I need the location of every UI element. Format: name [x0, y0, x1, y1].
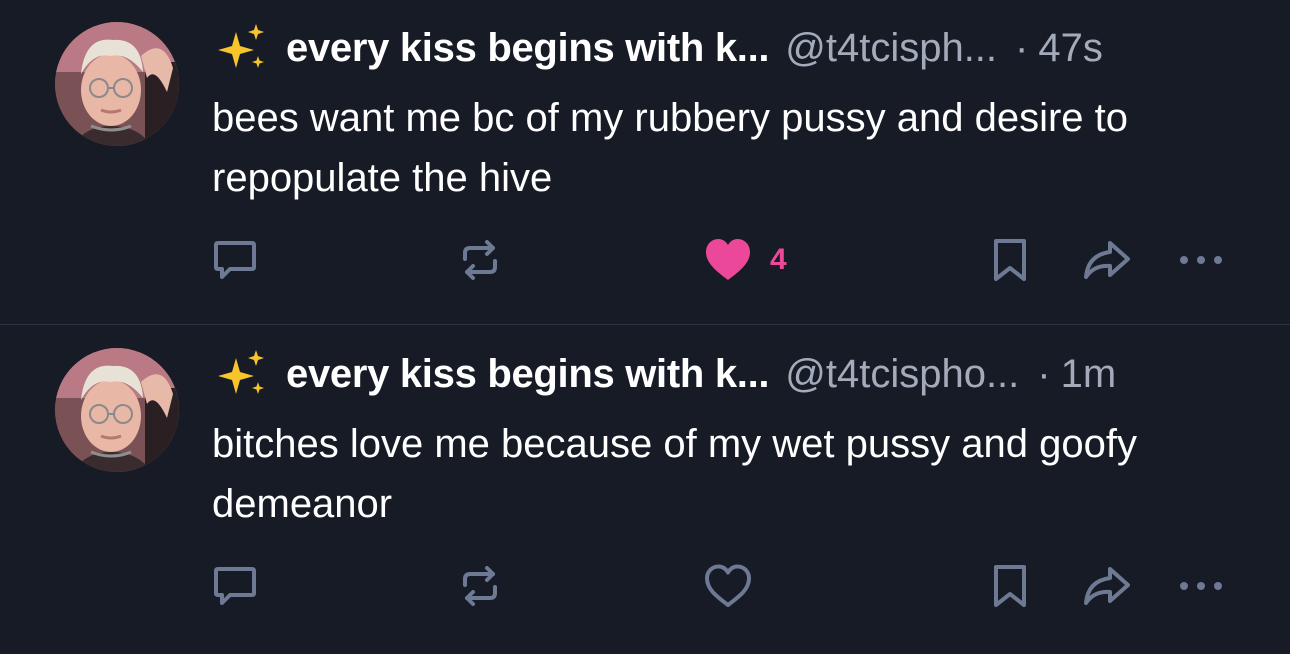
reply-button[interactable] [210, 558, 260, 614]
repost-icon [463, 566, 497, 606]
bookmark-icon [994, 565, 1026, 607]
ellipsis-icon [1180, 256, 1222, 264]
handle[interactable]: @t4tcispho... [785, 352, 1019, 397]
speech-bubble-icon [214, 241, 256, 279]
handle[interactable]: @t4tcisph... [785, 26, 997, 71]
sparkles-icon [218, 24, 264, 68]
timestamp[interactable]: 47s [1038, 26, 1103, 71]
ellipsis-icon [1180, 582, 1222, 590]
post-header: every kiss begins with k... @t4tcisph...… [212, 18, 1103, 78]
post-actions [0, 558, 1290, 614]
post-feed: every kiss begins with k... @t4tcisph...… [0, 0, 1290, 654]
post-divider [0, 324, 1290, 325]
repost-button[interactable] [455, 558, 505, 614]
bookmark-button[interactable] [988, 232, 1032, 288]
post[interactable]: every kiss begins with k... @t4tcisph...… [0, 0, 1290, 325]
sparkles-icon [218, 350, 264, 394]
reply-button[interactable] [210, 232, 260, 288]
post-text: bees want me bc of my rubbery pussy and … [212, 96, 1129, 200]
heart-icon [706, 239, 750, 280]
avatar[interactable] [55, 22, 179, 146]
share-button[interactable] [1080, 232, 1134, 288]
post[interactable]: every kiss begins with k... @t4tcispho..… [0, 326, 1290, 651]
share-arrow-icon [1084, 241, 1130, 279]
repost-button[interactable] [455, 232, 505, 288]
post-actions: 4 [0, 232, 1290, 288]
share-arrow-icon [1084, 567, 1130, 605]
display-name[interactable]: every kiss begins with k... [286, 26, 770, 71]
avatar[interactable] [55, 348, 179, 472]
more-options-button[interactable] [1176, 232, 1226, 288]
speech-bubble-icon [214, 567, 256, 605]
separator-dot: · [1015, 25, 1029, 70]
display-name[interactable]: every kiss begins with k... [286, 352, 770, 397]
heart-icon [705, 564, 751, 607]
like-button[interactable] [704, 558, 770, 614]
more-options-button[interactable] [1176, 558, 1226, 614]
like-button[interactable]: 4 [704, 232, 787, 288]
share-button[interactable] [1080, 558, 1134, 614]
bookmark-button[interactable] [988, 558, 1032, 614]
separator-dot: · [1037, 351, 1051, 396]
timestamp[interactable]: 1m [1061, 352, 1117, 397]
repost-icon [463, 240, 497, 280]
bookmark-icon [994, 239, 1026, 281]
post-header: every kiss begins with k... @t4tcispho..… [212, 344, 1116, 404]
like-count: 4 [770, 243, 787, 276]
post-text: bitches love me because of my wet pussy … [212, 422, 1137, 526]
